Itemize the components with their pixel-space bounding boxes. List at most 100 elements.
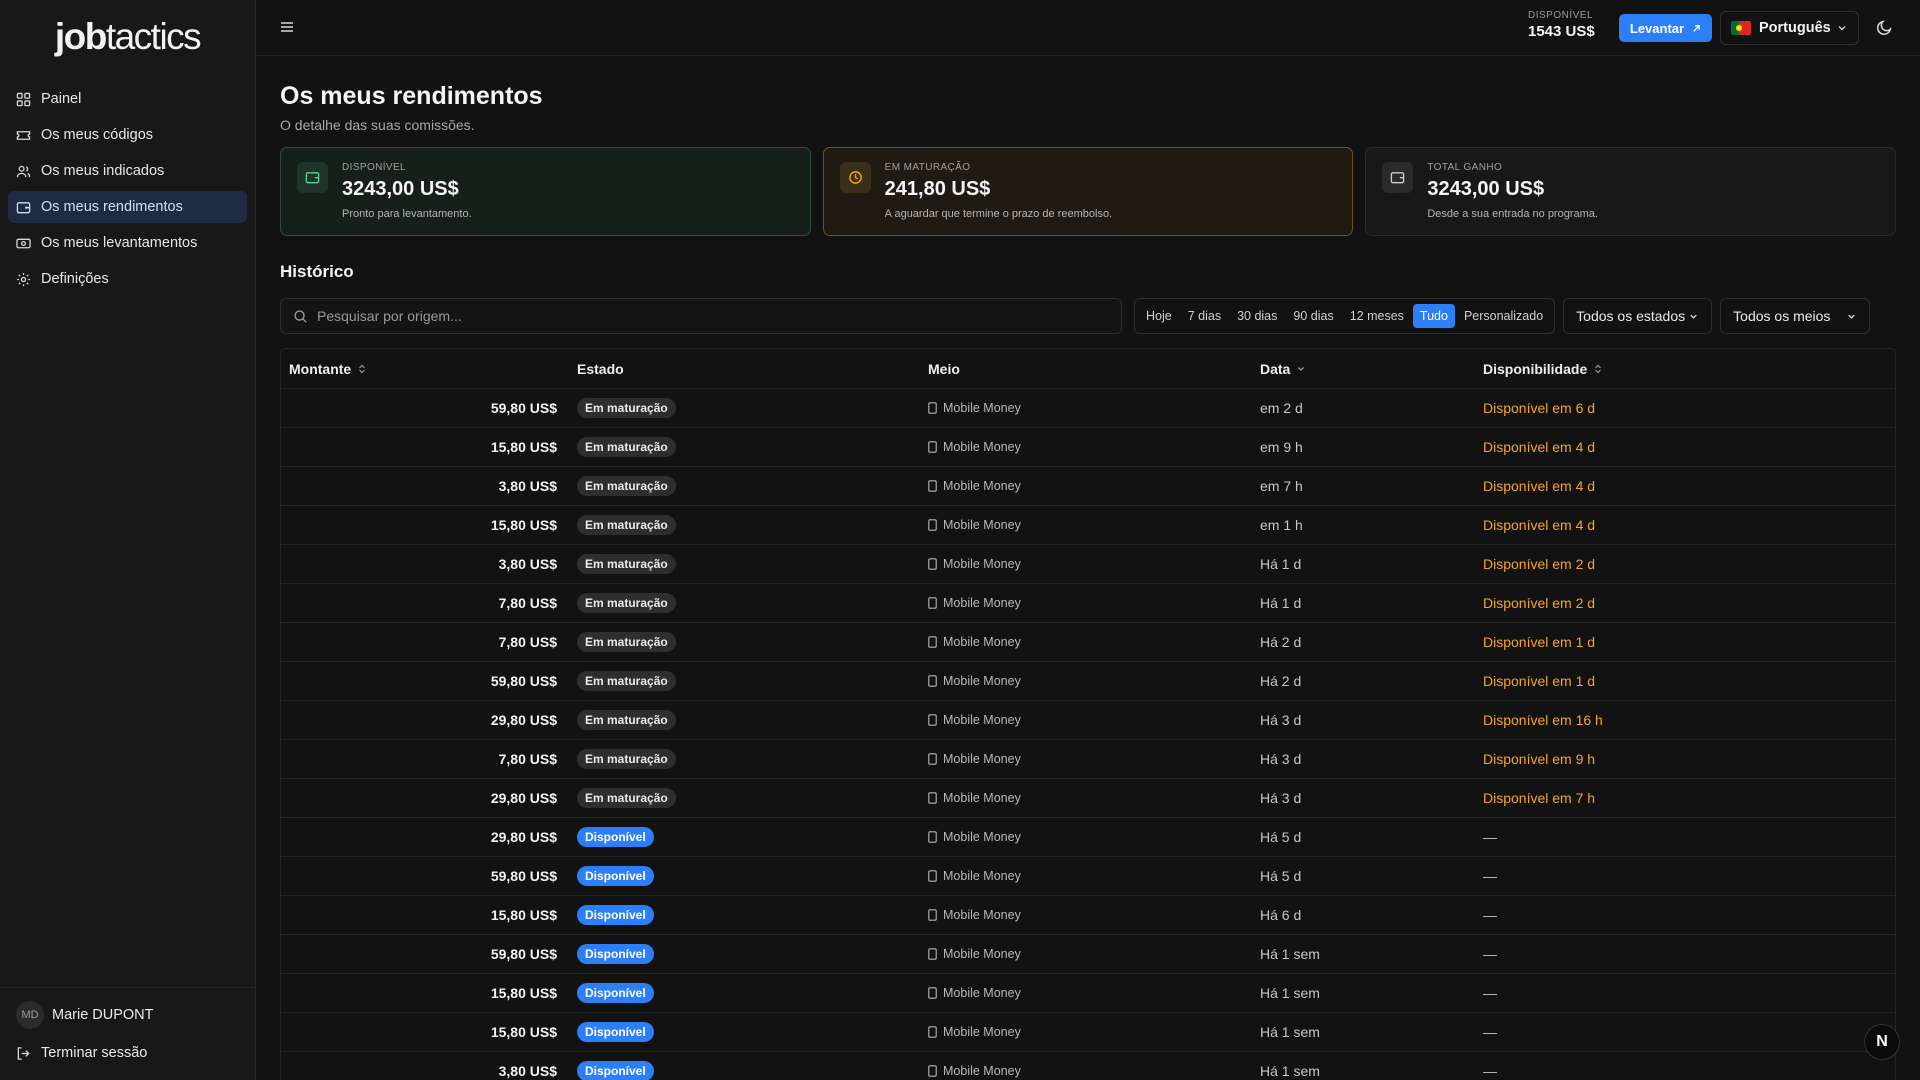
period-option[interactable]: 7 dias [1181,304,1228,328]
card-maturing: EM MATURAÇÃO 241,80 US$ A aguardar que t… [822,147,1354,236]
column-label: Data [1260,360,1291,377]
method-label: Mobile Money [928,869,1252,883]
method-filter-value: Todos os meios [1733,308,1831,324]
method-label: Mobile Money [928,1025,1252,1039]
search-input[interactable] [317,308,1109,324]
sidebar-item-indicados[interactable]: Os meus indicados [8,155,247,187]
method-label: Mobile Money [928,518,1252,532]
jobtactics-logo[interactable]: job tactics [0,0,255,74]
column-header-date[interactable]: Data [1252,361,1475,377]
column-header-method: Meio [920,361,1252,377]
column-header-availability[interactable]: Disponibilidade [1475,361,1895,377]
amount-cell: 7,80 US$ [498,751,557,767]
moon-icon[interactable] [1876,19,1893,36]
table-row[interactable]: 15,80 US$ Disponível Mobile Money Há 6 d — [281,896,1895,935]
table-row[interactable]: 7,80 US$ Em maturação Mobile Money Há 2 d Di… [281,623,1895,662]
date-cell: Há 2 d [1260,634,1302,650]
method-cell: Mobile Money [920,1025,1252,1039]
sidebar-item-levantamentos[interactable]: Os meus levantamentos [8,227,247,259]
card-description: Desde a sua entrada no programa. [1427,208,1598,220]
amount-cell: 15,80 US$ [490,517,557,533]
column-header-amount[interactable]: Montante [281,361,569,377]
period-option[interactable]: Tudo [1412,304,1455,328]
table-row[interactable]: 59,80 US$ Disponível Mobile Money Há 1 sem — [281,935,1895,974]
period-option[interactable]: Personalizado [1457,304,1550,328]
card-value: 3243,00 US$ [342,178,459,200]
phone-icon [928,441,937,453]
method-label: Mobile Money [928,986,1252,1000]
period-option[interactable]: 12 meses [1343,304,1411,328]
table-row[interactable]: 29,80 US$ Disponível Mobile Money Há 5 d — [281,818,1895,857]
method-label: Mobile Money [928,635,1252,649]
sidebar-item-definicoes[interactable]: Definições [8,263,247,295]
table-row[interactable]: 3,80 US$ Disponível Mobile Money Há 1 sem — [281,1052,1895,1080]
menu-icon[interactable] [279,19,295,35]
sidebar-item-painel[interactable]: Painel [8,83,247,115]
method-label: Mobile Money [928,947,1252,961]
table-row[interactable]: 59,80 US$ Disponível Mobile Money Há 5 d — [281,857,1895,896]
status-badge: Em maturação [577,788,676,808]
table-row[interactable]: 15,80 US$ Disponível Mobile Money Há 1 sem — [281,1013,1895,1052]
card-label: EM MATURAÇÃO [884,162,971,173]
amount-cell: 3,80 US$ [498,556,557,572]
table-row[interactable]: 7,80 US$ Em maturação Mobile Money Há 3 d Di… [281,740,1895,779]
language-selector[interactable]: Português [1720,11,1859,45]
user-profile[interactable]: MD Marie DUPONT [16,1000,240,1030]
amount-cell: 15,80 US$ [490,1024,557,1040]
floating-n-button[interactable]: N [1864,1024,1900,1060]
amount-cell: 59,80 US$ [490,400,557,416]
status-badge: Disponível [577,905,654,925]
wallet-icon [16,201,31,213]
state-cell: Disponível [569,905,920,925]
sidebar-item-label: Os meus indicados [41,163,165,179]
method-text: Mobile Money [943,479,1021,493]
amount-cell: 59,80 US$ [490,946,557,962]
card-available: DISPONÍVEL 3243,00 US$ Pronto para levan… [280,147,811,236]
table-row[interactable]: 15,80 US$ Disponível Mobile Money Há 1 sem — [281,974,1895,1013]
table-row[interactable]: 59,80 US$ Em maturação Mobile Money em 2 d D… [281,389,1895,428]
status-badge: Disponível [577,866,654,886]
method-label: Mobile Money [928,401,1252,415]
table-row[interactable]: 15,80 US$ Em maturação Mobile Money em 1 h D… [281,506,1895,545]
method-cell: Mobile Money [920,713,1252,727]
arrow-up-right-icon [1693,24,1700,32]
table-row[interactable]: 3,80 US$ Em maturação Mobile Money Há 1 d Di… [281,545,1895,584]
sidebar: job tactics Painel Os meus códigos Os meu… [0,0,256,1080]
state-cell: Disponível [569,944,920,964]
withdraw-button[interactable]: Levantar [1619,14,1712,42]
period-option[interactable]: 30 dias [1230,304,1284,328]
table-row[interactable]: 59,80 US$ Em maturação Mobile Money Há 2 d D… [281,662,1895,701]
period-option[interactable]: 90 dias [1286,304,1340,328]
logout-button[interactable]: Terminar sessão [16,1040,240,1066]
table-row[interactable]: 7,80 US$ Em maturação Mobile Money Há 1 d Di… [281,584,1895,623]
sidebar-item-rendimentos[interactable]: Os meus rendimentos [8,191,247,223]
status-badge: Em maturação [577,749,676,769]
table-row[interactable]: 3,80 US$ Em maturação Mobile Money em 7 h Di… [281,467,1895,506]
state-cell: Disponível [569,1061,920,1080]
history-title: Histórico [280,262,354,281]
date-cell: Há 1 sem [1260,985,1320,1001]
method-cell: Mobile Money [920,479,1252,493]
state-cell: Em maturação [569,788,920,808]
method-filter-select[interactable]: Todos os meios [1720,298,1871,334]
language-label: Português [1759,20,1831,36]
table-row[interactable]: 29,80 US$ Em maturação Mobile Money Há 3 d D… [281,701,1895,740]
method-cell: Mobile Money [920,596,1252,610]
period-option[interactable]: Hoje [1139,304,1179,328]
sidebar-item-codigos[interactable]: Os meus códigos [8,119,247,151]
method-label: Mobile Money [928,440,1252,454]
wallet-icon [297,162,328,193]
status-badge: Em maturação [577,437,676,457]
method-cell: Mobile Money [920,752,1252,766]
availability-cell: Disponível em 1 d [1483,673,1596,689]
method-label: Mobile Money [928,479,1252,493]
state-filter-select[interactable]: Todos os estados [1563,298,1713,334]
table-row[interactable]: 15,80 US$ Em maturação Mobile Money em 9 h D… [281,428,1895,467]
method-cell: Mobile Money [920,908,1252,922]
amount-cell: 59,80 US$ [490,673,557,689]
table-row[interactable]: 29,80 US$ Em maturação Mobile Money Há 3 d D… [281,779,1895,818]
sort-icon [1595,364,1602,373]
method-text: Mobile Money [943,908,1021,922]
date-cell: Há 6 d [1260,907,1302,923]
date-cell: Há 5 d [1260,829,1302,845]
